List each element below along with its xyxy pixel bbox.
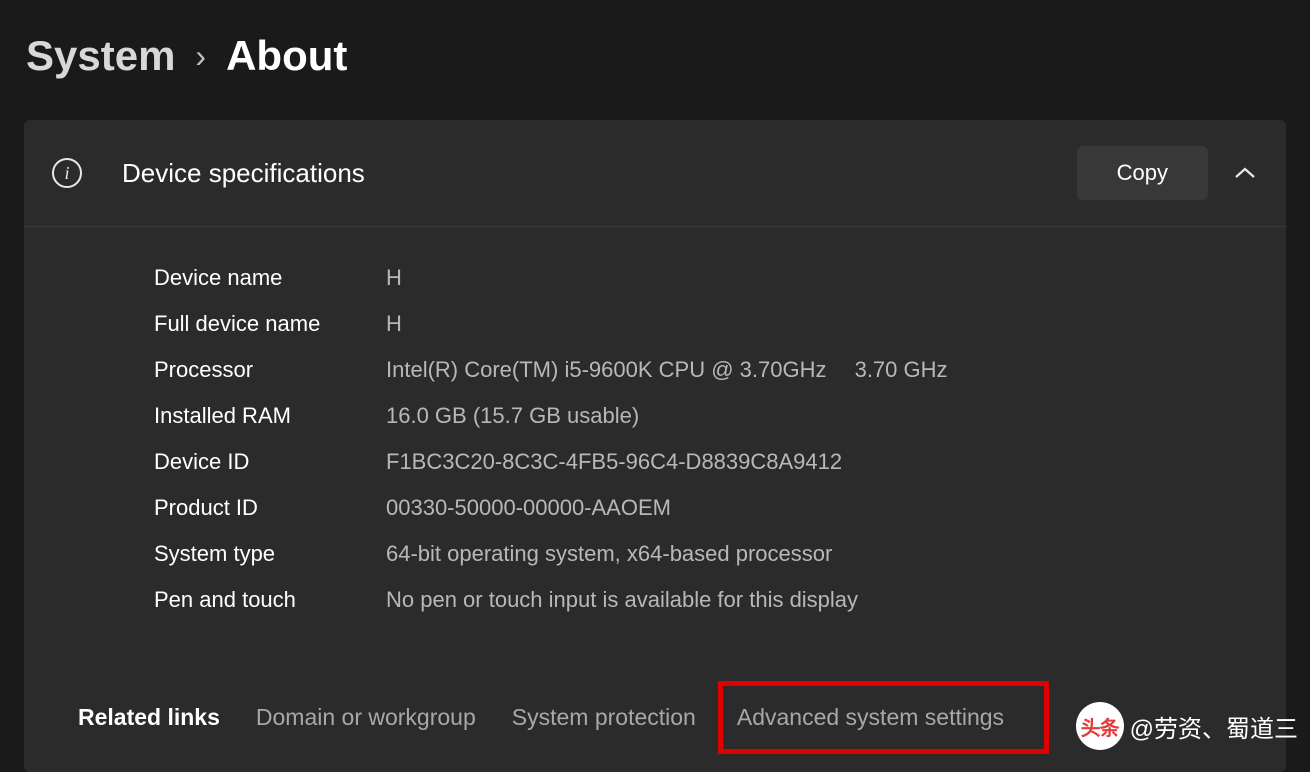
breadcrumb-parent[interactable]: System bbox=[26, 32, 175, 80]
link-system-protection[interactable]: System protection bbox=[512, 704, 696, 731]
spec-value: H bbox=[386, 265, 402, 291]
spec-label: Full device name bbox=[154, 311, 386, 337]
breadcrumb: System › About bbox=[0, 0, 1310, 102]
spec-row-product-id: Product ID 00330-50000-00000-AAOEM bbox=[154, 485, 1286, 531]
spec-value: 00330-50000-00000-AAOEM bbox=[386, 495, 671, 521]
spec-label: Device ID bbox=[154, 449, 386, 475]
card-title: Device specifications bbox=[122, 158, 1077, 189]
copy-button[interactable]: Copy bbox=[1077, 146, 1208, 200]
spec-label: Product ID bbox=[154, 495, 386, 521]
spec-label: Processor bbox=[154, 357, 386, 383]
spec-value: No pen or touch input is available for t… bbox=[386, 587, 858, 613]
spec-label: System type bbox=[154, 541, 386, 567]
spec-value-main: Intel(R) Core(TM) i5-9600K CPU @ 3.70GHz bbox=[386, 357, 826, 382]
spec-row-pen-touch: Pen and touch No pen or touch input is a… bbox=[154, 577, 1286, 623]
highlight-box: Advanced system settings bbox=[718, 681, 1049, 754]
chevron-right-icon: › bbox=[195, 38, 206, 75]
spec-label: Installed RAM bbox=[154, 403, 386, 429]
device-specs-card: i Device specifications Copy Device name… bbox=[24, 120, 1286, 772]
spec-row-full-device-name: Full device name H bbox=[154, 301, 1286, 347]
spec-label: Device name bbox=[154, 265, 386, 291]
specs-list: Device name H Full device name H Process… bbox=[24, 227, 1286, 651]
info-icon: i bbox=[52, 158, 82, 188]
card-header[interactable]: i Device specifications Copy bbox=[24, 120, 1286, 227]
spec-row-processor: Processor Intel(R) Core(TM) i5-9600K CPU… bbox=[154, 347, 1286, 393]
spec-row-device-id: Device ID F1BC3C20-8C3C-4FB5-96C4-D8839C… bbox=[154, 439, 1286, 485]
spec-value-extra: 3.70 GHz bbox=[855, 357, 948, 382]
watermark-badge-icon: 头条 bbox=[1076, 702, 1124, 750]
watermark: 头条 @劳资、蜀道三 bbox=[1076, 702, 1298, 750]
link-advanced-system-settings[interactable]: Advanced system settings bbox=[737, 704, 1004, 730]
spec-value: H bbox=[386, 311, 402, 337]
related-links-label: Related links bbox=[78, 704, 220, 731]
spec-label: Pen and touch bbox=[154, 587, 386, 613]
spec-row-installed-ram: Installed RAM 16.0 GB (15.7 GB usable) bbox=[154, 393, 1286, 439]
spec-value: 16.0 GB (15.7 GB usable) bbox=[386, 403, 639, 429]
watermark-text: @劳资、蜀道三 bbox=[1130, 709, 1298, 744]
chevron-up-icon[interactable] bbox=[1232, 160, 1258, 186]
spec-value: Intel(R) Core(TM) i5-9600K CPU @ 3.70GHz… bbox=[386, 357, 948, 383]
spec-value: F1BC3C20-8C3C-4FB5-96C4-D8839C8A9412 bbox=[386, 449, 842, 475]
spec-value: 64-bit operating system, x64-based proce… bbox=[386, 541, 832, 567]
breadcrumb-current: About bbox=[226, 32, 347, 80]
link-domain-workgroup[interactable]: Domain or workgroup bbox=[256, 704, 476, 731]
spec-row-system-type: System type 64-bit operating system, x64… bbox=[154, 531, 1286, 577]
spec-row-device-name: Device name H bbox=[154, 255, 1286, 301]
